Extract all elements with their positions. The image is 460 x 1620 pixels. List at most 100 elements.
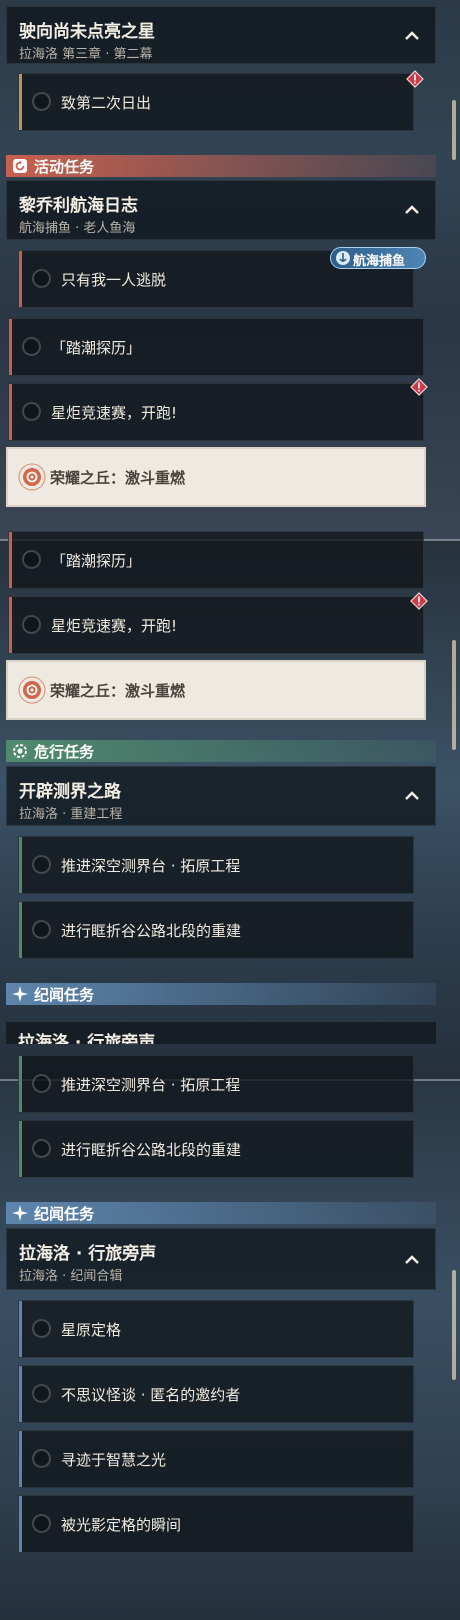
task-accent-bar bbox=[9, 384, 12, 440]
category-label: 危行任务 bbox=[34, 743, 95, 761]
quest-title: 拉海洛 · 行旅旁声 bbox=[19, 1244, 157, 1264]
task-status-circle bbox=[32, 1319, 51, 1338]
task-status-circle bbox=[32, 855, 51, 874]
quest-header-peek[interactable]: 拉海洛 · 行旅旁声 bbox=[6, 1022, 436, 1044]
task-status-circle bbox=[32, 1384, 51, 1403]
quest-title: 驶向尚未点亮之星 bbox=[19, 22, 155, 42]
task-label: 荣耀之丘：激斗重燃 bbox=[50, 469, 186, 487]
task-item[interactable]: 星炬竞速赛，开跑! bbox=[8, 383, 424, 441]
task-item[interactable]: 致第二次日出 bbox=[18, 73, 414, 131]
quest-subtitle: 拉海洛 · 纪闻合辑 bbox=[19, 1269, 123, 1284]
task-status-circle bbox=[32, 1139, 51, 1158]
task-accent-bar bbox=[19, 1056, 22, 1112]
task-accent-bar bbox=[19, 74, 22, 130]
task-status-circle bbox=[22, 402, 41, 421]
quest-title: 黎乔利航海日志 bbox=[19, 196, 138, 216]
category-story: 纪闻任务 bbox=[6, 1202, 436, 1224]
category-label: 活动任务 bbox=[34, 158, 95, 176]
task-label: 荣耀之丘：激斗重燃 bbox=[50, 682, 186, 700]
task-accent-bar bbox=[9, 597, 12, 653]
task-label: 寻迹于智慧之光 bbox=[61, 1451, 167, 1469]
quest-header-activity[interactable]: 黎乔利航海日志 航海捕鱼 · 老人鱼海 bbox=[6, 180, 436, 240]
quest-subtitle: 拉海洛 · 重建工程 bbox=[19, 807, 123, 822]
task-item[interactable]: 推进深空测界台 · 拓原工程 bbox=[18, 836, 414, 894]
chevron-up-icon[interactable] bbox=[403, 27, 421, 45]
task-label: 「踏潮探历」 bbox=[51, 339, 142, 357]
task-accent-bar bbox=[19, 1366, 22, 1422]
task-item[interactable]: 星炬竞速赛，开跑! bbox=[8, 596, 424, 654]
task-label: 进行眶折谷公路北段的重建 bbox=[61, 922, 242, 940]
chevron-up-icon[interactable] bbox=[403, 787, 421, 805]
task-label: 致第二次日出 bbox=[61, 94, 152, 112]
target-icon bbox=[18, 463, 46, 491]
quest-header-story[interactable]: 拉海洛 · 行旅旁声 拉海洛 · 纪闻合辑 bbox=[6, 1228, 436, 1290]
task-status-circle bbox=[32, 1449, 51, 1468]
task-label: 星炬竞速赛，开跑! bbox=[51, 404, 178, 422]
category-danger: 危行任务 bbox=[6, 740, 436, 762]
task-label: 「踏潮探历」 bbox=[51, 552, 142, 570]
category-label: 纪闻任务 bbox=[34, 986, 95, 1004]
task-item[interactable]: 推进深空测界台 · 拓原工程 bbox=[18, 1055, 414, 1113]
quest-title: 开辟测界之路 bbox=[19, 782, 121, 802]
anchor-wave-icon bbox=[336, 251, 350, 265]
task-item[interactable]: 进行眶折谷公路北段的重建 bbox=[18, 901, 414, 959]
task-status-circle bbox=[22, 615, 41, 634]
task-item[interactable]: 「踏潮探历」 bbox=[8, 318, 424, 376]
task-status-circle bbox=[32, 920, 51, 939]
task-status-circle bbox=[32, 1074, 51, 1093]
task-status-circle bbox=[32, 269, 51, 288]
quest-subtitle: 拉海洛 第三章 · 第二幕 bbox=[19, 47, 153, 62]
task-label: 被光影定格的瞬间 bbox=[61, 1516, 182, 1534]
chevron-up-icon[interactable] bbox=[403, 1251, 421, 1269]
task-label: 星原定格 bbox=[61, 1321, 122, 1339]
task-status-circle bbox=[32, 92, 51, 111]
scrollbar-thumb[interactable] bbox=[452, 1270, 456, 1380]
quest-title: 拉海洛 · 行旅旁声 bbox=[18, 1033, 156, 1044]
alert-diamond-icon bbox=[410, 378, 428, 396]
category-label: 纪闻任务 bbox=[34, 1205, 95, 1223]
task-accent-bar bbox=[19, 1121, 22, 1177]
alert-diamond-icon bbox=[410, 592, 428, 610]
task-item[interactable]: 进行眶折谷公路北段的重建 bbox=[18, 1120, 414, 1178]
task-accent-bar bbox=[9, 532, 12, 588]
quest-header-main[interactable]: 驶向尚未点亮之星 拉海洛 第三章 · 第二幕 bbox=[6, 6, 436, 64]
task-accent-bar bbox=[19, 1431, 22, 1487]
task-item[interactable]: 被光影定格的瞬间 bbox=[18, 1495, 414, 1553]
task-status-circle bbox=[32, 1514, 51, 1533]
task-item[interactable]: 「踏潮探历」 bbox=[8, 531, 424, 589]
task-item-active[interactable]: 荣耀之丘：激斗重燃 bbox=[6, 447, 426, 507]
chevron-up-icon[interactable] bbox=[403, 201, 421, 219]
category-activity: 活动任务 bbox=[6, 155, 436, 177]
task-accent-bar bbox=[19, 1301, 22, 1357]
target-icon bbox=[18, 676, 46, 704]
task-item[interactable]: 不思议怪谈 · 匿名的邀约者 bbox=[18, 1365, 414, 1423]
alert-diamond-icon bbox=[406, 70, 424, 88]
task-accent-bar bbox=[19, 251, 22, 307]
task-status-circle bbox=[22, 337, 41, 356]
fishing-badge: 航海捕鱼 bbox=[330, 247, 426, 269]
task-label: 推进深空测界台 · 拓原工程 bbox=[61, 1076, 241, 1094]
task-accent-bar bbox=[9, 319, 12, 375]
quest-subtitle: 航海捕鱼 · 老人鱼海 bbox=[19, 221, 136, 236]
task-label: 星炬竞速赛，开跑! bbox=[51, 617, 178, 635]
task-item-active[interactable]: 荣耀之丘：激斗重燃 bbox=[6, 660, 426, 720]
task-item[interactable]: 寻迹于智慧之光 bbox=[18, 1430, 414, 1488]
sparkle-icon bbox=[12, 1205, 28, 1221]
task-label: 不思议怪谈 · 匿名的邀约者 bbox=[61, 1386, 241, 1404]
task-label: 进行眶折谷公路北段的重建 bbox=[61, 1141, 242, 1159]
sparkle-icon bbox=[12, 986, 28, 1002]
task-accent-bar bbox=[19, 902, 22, 958]
scrollbar-thumb[interactable] bbox=[452, 100, 456, 160]
task-accent-bar bbox=[19, 1496, 22, 1552]
gear-badge-icon bbox=[13, 744, 27, 758]
category-story: 纪闻任务 bbox=[6, 983, 436, 1005]
quest-header-danger[interactable]: 开辟测界之路 拉海洛 · 重建工程 bbox=[6, 766, 436, 826]
task-label: 推进深空测界台 · 拓原工程 bbox=[61, 857, 241, 875]
badge-label: 航海捕鱼 bbox=[353, 254, 406, 269]
task-item[interactable]: 星原定格 bbox=[18, 1300, 414, 1358]
task-accent-bar bbox=[19, 837, 22, 893]
task-status-circle bbox=[22, 550, 41, 569]
task-label: 只有我一人逃脱 bbox=[61, 271, 167, 289]
activity-refresh-icon bbox=[13, 159, 27, 173]
scrollbar-thumb[interactable] bbox=[452, 640, 456, 750]
